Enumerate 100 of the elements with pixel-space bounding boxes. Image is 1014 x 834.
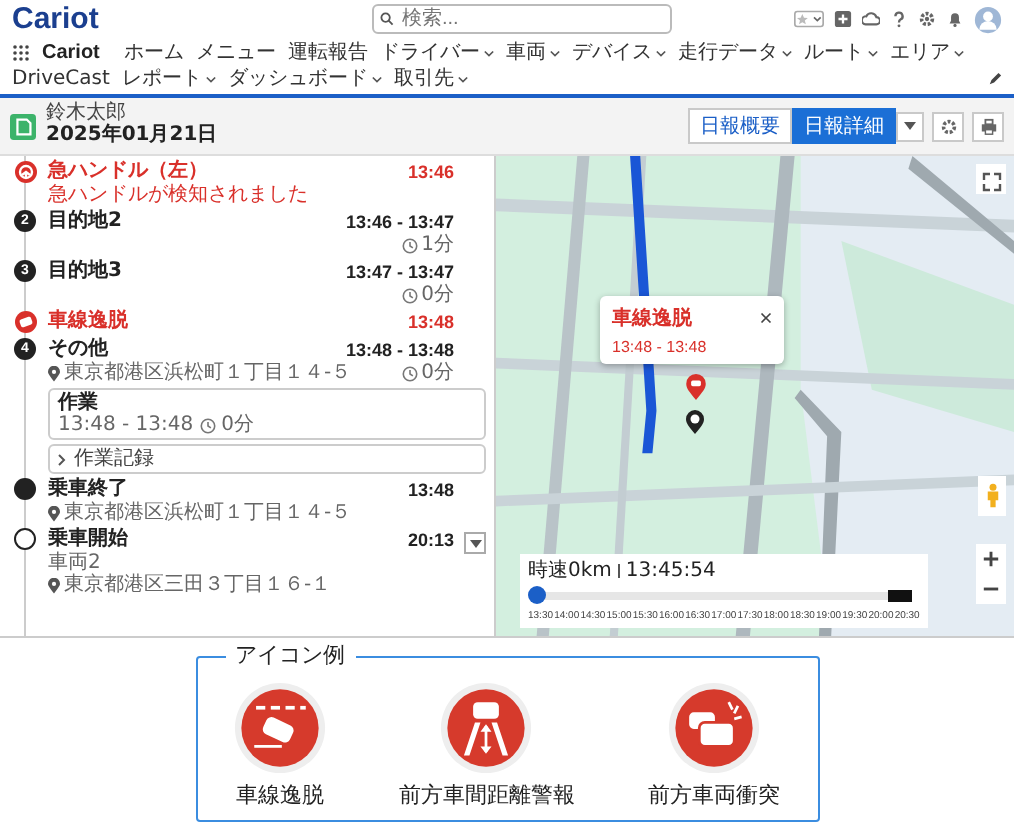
nav-tab[interactable]: レポート xyxy=(121,66,202,92)
chevron-icon xyxy=(58,453,66,465)
collision-icon xyxy=(668,682,761,774)
caret-icon[interactable] xyxy=(781,49,792,57)
help-icon[interactable] xyxy=(890,10,908,28)
settings-icon[interactable] xyxy=(918,10,936,28)
clock-icon xyxy=(401,237,418,253)
steering-wheel-icon xyxy=(13,160,37,184)
map-pin-icon[interactable] xyxy=(686,410,704,434)
caret-icon[interactable] xyxy=(953,49,964,57)
nav-tab[interactable]: メニュー xyxy=(195,40,276,66)
print-button[interactable] xyxy=(972,111,1004,141)
speed-reading: 時速0km xyxy=(528,560,612,582)
duration: 0分 xyxy=(221,414,254,436)
caret-icon[interactable] xyxy=(205,75,216,83)
location-pin-icon xyxy=(48,577,60,593)
alert-note: 急ハンドルが検知されました xyxy=(48,184,310,206)
entry-time: 20:13 xyxy=(407,528,454,552)
clock-reading: 13:45:54 xyxy=(625,560,716,582)
nav-tab[interactable]: DriveCast xyxy=(12,66,110,92)
entry-time: 13:46 - 13:47 xyxy=(345,210,454,234)
search-field[interactable]: 検索... xyxy=(372,4,672,34)
location-pin-icon xyxy=(48,365,60,381)
duration: 1分 xyxy=(421,234,454,256)
following-distance-icon xyxy=(440,682,533,774)
clock-icon xyxy=(401,365,418,381)
cariot-logo[interactable]: Cariot xyxy=(12,2,252,36)
close-icon[interactable] xyxy=(760,312,772,324)
entry-time: 13:48 - 13:48 xyxy=(345,338,454,362)
printer-icon xyxy=(979,117,997,135)
entry-title: その他 xyxy=(48,338,108,361)
location-pin-icon xyxy=(48,505,60,521)
address: 東京都港区浜松町１丁目１４-５ xyxy=(64,502,352,524)
nav-tab[interactable]: ダッシュボード xyxy=(227,66,368,92)
task-time: 13:48 - 13:48 xyxy=(58,414,194,436)
cloud-icon[interactable] xyxy=(862,10,880,28)
person-icon xyxy=(985,482,999,508)
address: 東京都港区三田３丁目１６-１ xyxy=(64,574,332,596)
nav-tab[interactable]: ルート xyxy=(803,40,864,66)
entry-time: 13:48 xyxy=(407,310,454,334)
legend-title: アイコン例 xyxy=(225,642,355,670)
nav-tab[interactable]: ドライバー xyxy=(379,40,480,66)
caret-icon xyxy=(904,122,916,130)
view-button[interactable]: 日報概要 xyxy=(688,108,792,144)
caret-icon[interactable] xyxy=(549,49,560,57)
nav-tab[interactable]: デバイス xyxy=(571,40,652,66)
playback-slider[interactable] xyxy=(528,586,546,604)
car-icon xyxy=(13,310,37,334)
entry-title: 目的地3 xyxy=(48,260,122,284)
entry-title: 乗車開始 xyxy=(48,528,128,551)
address: 東京都港区浜松町１丁目１４-５ xyxy=(64,362,352,384)
dropdown-button[interactable] xyxy=(896,111,924,141)
settings-button[interactable] xyxy=(932,111,964,141)
nav-tab[interactable]: 車両 xyxy=(505,40,546,66)
fullscreen-button[interactable] xyxy=(976,164,1006,194)
entry-title: 車線逸脱 xyxy=(48,310,128,334)
report-icon xyxy=(10,113,36,139)
plus-icon xyxy=(982,550,1000,568)
bell-icon[interactable] xyxy=(946,10,964,28)
legend-label: 前方車間距離警報 xyxy=(398,782,575,808)
nav-tab[interactable]: 取引先 xyxy=(393,66,454,92)
nav-tab[interactable]: エリア xyxy=(889,40,950,66)
fullscreen-icon xyxy=(981,172,1001,192)
settings-icon xyxy=(939,117,957,135)
search-icon xyxy=(380,12,394,26)
app-launcher-icon[interactable] xyxy=(12,44,30,62)
popup-time: 13:48 - 13:48 xyxy=(612,338,709,356)
popup-title: 車線逸脱 xyxy=(612,305,692,332)
task-title: 作業 xyxy=(58,392,100,414)
legend-label: 前方車両衝突 xyxy=(648,782,781,808)
entry-time: 13:48 xyxy=(407,478,454,502)
end-marker xyxy=(888,590,912,602)
app-name: Cariot xyxy=(42,40,100,66)
caret-icon[interactable] xyxy=(457,75,468,83)
duration: 0分 xyxy=(421,284,454,306)
entry-title: 乗車終了 xyxy=(48,478,128,501)
driver-name: 鈴木太郎 xyxy=(46,104,128,124)
edit-icon[interactable] xyxy=(988,72,1002,86)
caret-icon[interactable] xyxy=(867,49,878,57)
caret-icon[interactable] xyxy=(483,49,494,57)
end-marker xyxy=(14,478,36,500)
nav-tab[interactable]: 走行データ xyxy=(677,40,778,66)
entry-time: 13:47 - 13:47 xyxy=(345,260,454,284)
nav-tab[interactable]: 運転報告 xyxy=(287,40,368,66)
caret-icon[interactable] xyxy=(371,75,382,83)
car-map-pin-icon[interactable] xyxy=(686,374,706,400)
entry-time: 13:46 xyxy=(407,160,454,184)
task-record-toggle[interactable]: 作業記録 xyxy=(48,444,486,474)
caret-icon[interactable] xyxy=(655,49,666,57)
start-marker xyxy=(14,528,36,550)
caret-icon xyxy=(469,539,481,547)
view-button[interactable]: 日報詳細 xyxy=(792,108,896,144)
nav-tab[interactable]: ホーム xyxy=(123,40,184,66)
report-date: 2025年01月21日 xyxy=(46,124,218,148)
legend-label: 車線逸脱 xyxy=(235,782,324,808)
clock-icon xyxy=(199,417,216,433)
plus-icon[interactable] xyxy=(834,10,852,28)
duration: 0分 xyxy=(421,362,454,384)
expand-button[interactable] xyxy=(464,532,486,554)
entry-title: 目的地2 xyxy=(48,210,122,234)
